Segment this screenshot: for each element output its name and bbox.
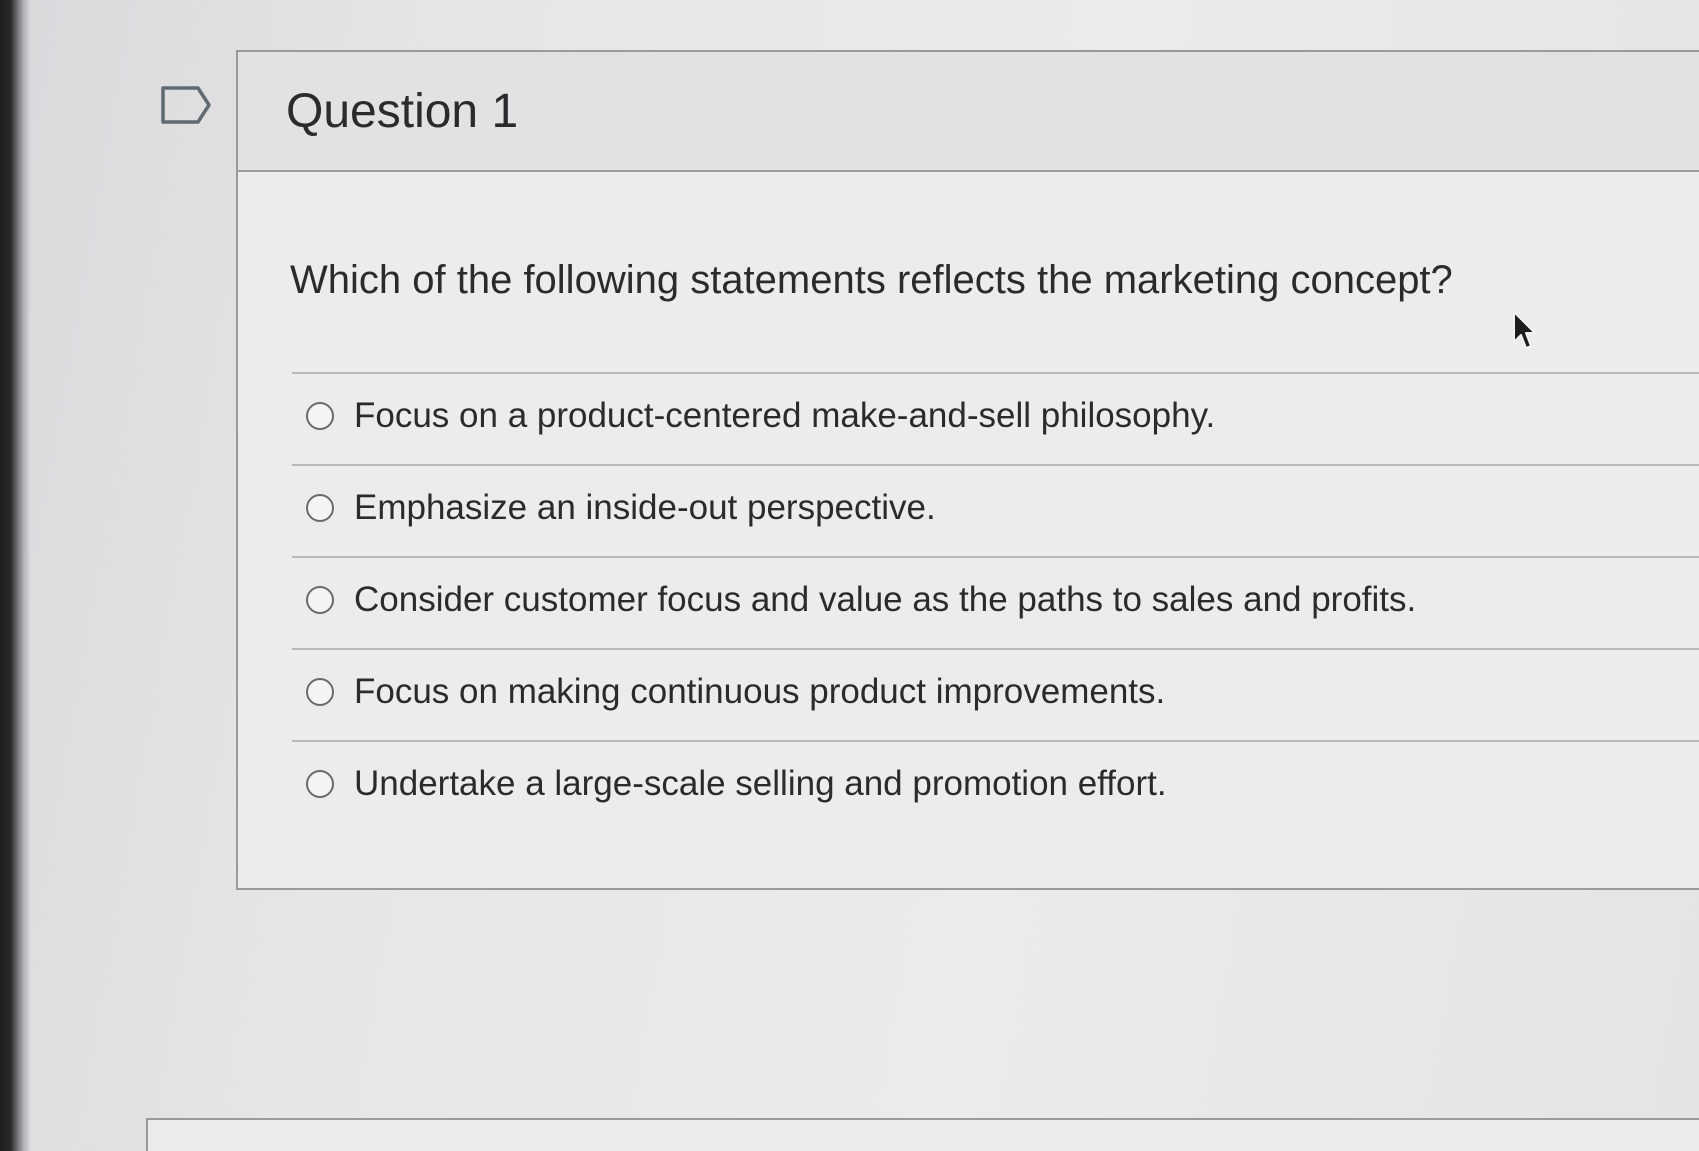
radio-button-option-2[interactable]	[306, 494, 334, 522]
question-title: Question 1	[286, 85, 519, 138]
answer-option-4[interactable]: Focus on making continuous product impro…	[292, 648, 1699, 740]
question-card: Question 1 Which of the following statem…	[236, 50, 1699, 890]
answer-label-option-5[interactable]: Undertake a large-scale selling and prom…	[354, 764, 1167, 804]
answer-label-option-1[interactable]: Focus on a product-centered make-and-sel…	[354, 396, 1215, 436]
answer-list: Focus on a product-centered make-and-sel…	[292, 372, 1699, 832]
radio-button-option-5[interactable]	[306, 770, 334, 798]
radio-button-option-3[interactable]	[306, 586, 334, 614]
answer-option-1[interactable]: Focus on a product-centered make-and-sel…	[292, 372, 1699, 464]
radio-button-option-4[interactable]	[306, 678, 334, 706]
answer-label-option-4[interactable]: Focus on making continuous product impro…	[354, 672, 1165, 712]
answer-label-option-3[interactable]: Consider customer focus and value as the…	[354, 580, 1416, 620]
answer-label-option-2[interactable]: Emphasize an inside-out perspective.	[354, 488, 936, 528]
answer-option-2[interactable]: Emphasize an inside-out perspective.	[292, 464, 1699, 556]
answer-option-5[interactable]: Undertake a large-scale selling and prom…	[292, 740, 1699, 832]
flag-question-icon[interactable]	[160, 84, 212, 126]
answer-option-3[interactable]: Consider customer focus and value as the…	[292, 556, 1699, 648]
question-header: Question 1	[238, 52, 1699, 172]
question-prompt: Which of the following statements reflec…	[290, 258, 1453, 302]
next-question-card	[146, 1118, 1699, 1151]
monitor-bezel	[0, 0, 30, 1151]
mouse-pointer-icon	[1513, 311, 1536, 349]
radio-button-option-1[interactable]	[306, 402, 334, 430]
